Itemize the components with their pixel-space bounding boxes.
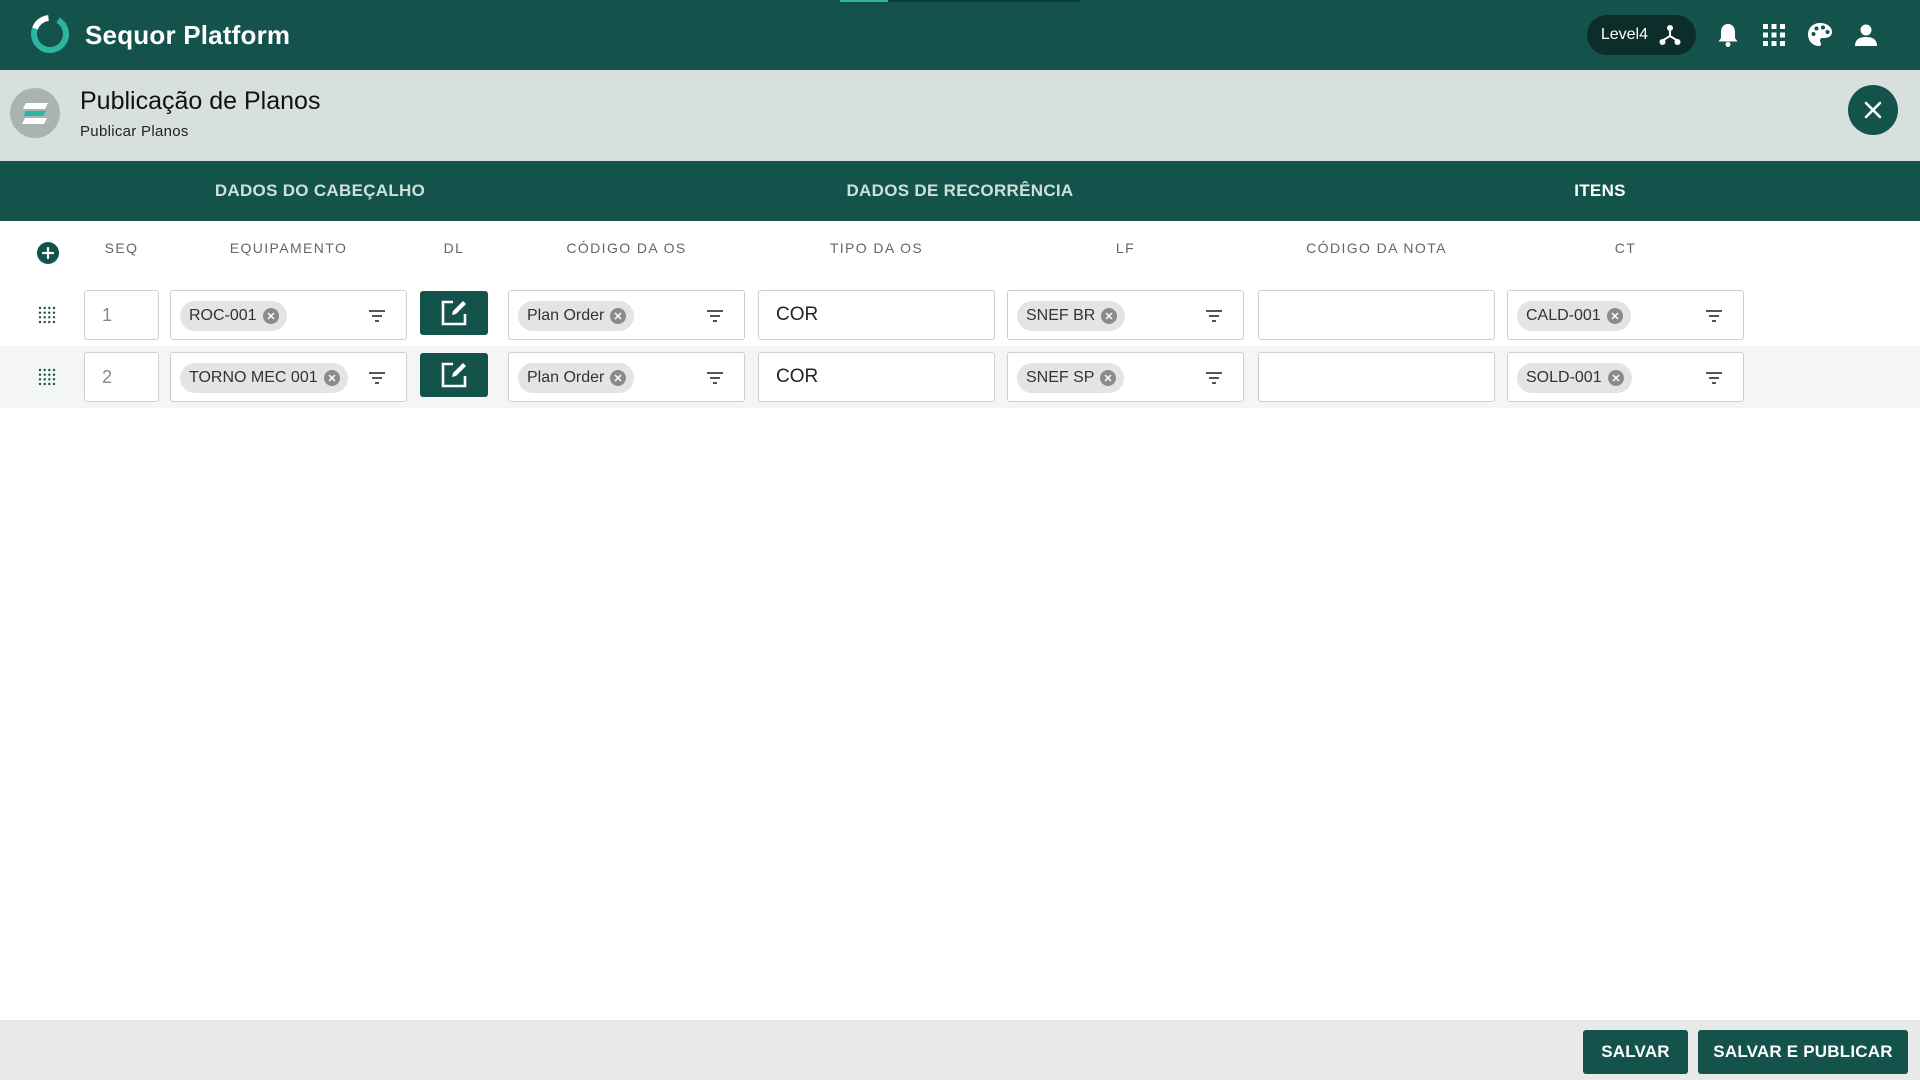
seq-input[interactable]: 2 <box>84 352 159 402</box>
page-header: Publicação de Planos Publicar Planos <box>0 70 1920 161</box>
chip-remove-icon[interactable] <box>1100 370 1117 386</box>
chip-label: SNEF BR <box>1026 307 1096 324</box>
ct-chip: CALD-001 <box>1517 301 1631 331</box>
module-logo-icon <box>22 103 48 124</box>
level-selector[interactable]: Level4 <box>1586 15 1696 55</box>
module-badge <box>10 88 60 138</box>
tab-bar: DADOS DO CABEÇALHO DADOS DE RECORRÊNCIA … <box>0 161 1920 221</box>
edit-square-icon <box>441 300 467 326</box>
ct-select[interactable]: SOLD-001 <box>1507 352 1744 402</box>
lf-chip: SNEF BR <box>1017 301 1126 331</box>
equipamento-select[interactable]: TORNO MEC 001 <box>170 352 407 402</box>
column-header-codigo-os: CÓDIGO DA OS <box>566 240 687 256</box>
chip-label: Plan Order <box>527 369 605 386</box>
chip-remove-icon[interactable] <box>1606 308 1623 324</box>
drag-handle-icon[interactable] <box>38 306 56 324</box>
tab-itens[interactable]: ITENS <box>1280 161 1920 221</box>
codigo-nota-input[interactable] <box>1258 290 1495 340</box>
close-icon <box>1864 101 1882 119</box>
close-button[interactable] <box>1848 85 1898 135</box>
filter-icon[interactable] <box>1705 370 1723 386</box>
theme-button[interactable] <box>1806 21 1834 49</box>
column-header-ct: CT <box>1614 240 1637 256</box>
filter-icon[interactable] <box>1205 308 1223 324</box>
level-label: Level4 <box>1600 26 1648 43</box>
bell-icon <box>1718 24 1738 47</box>
drag-handle-icon[interactable] <box>38 368 56 386</box>
chip-remove-icon[interactable] <box>262 308 279 324</box>
chip-label: SNEF SP <box>1026 369 1095 386</box>
ct-select[interactable]: CALD-001 <box>1507 290 1744 340</box>
apps-button[interactable] <box>1760 21 1788 49</box>
filter-icon[interactable] <box>1705 308 1723 324</box>
codigo-nota-input[interactable] <box>1258 352 1495 402</box>
column-header-equipamento: EQUIPAMENTO <box>229 240 348 256</box>
chip-remove-icon[interactable] <box>610 308 627 324</box>
chip-label: CALD-001 <box>1526 307 1601 324</box>
equipamento-chip: TORNO MEC 001 <box>180 363 348 393</box>
tipo-os-input[interactable]: COR <box>758 352 995 402</box>
sequor-logo-icon <box>31 15 69 53</box>
equipamento-chip: ROC-001 <box>180 301 287 331</box>
dl-edit-button[interactable] <box>420 291 488 335</box>
filter-icon[interactable] <box>1205 370 1223 386</box>
chip-label: SOLD-001 <box>1526 369 1602 386</box>
palette-icon <box>1808 23 1832 46</box>
chip-remove-icon[interactable] <box>323 370 340 386</box>
column-header-tipo-os: TIPO DA OS <box>829 240 924 256</box>
codigo-os-chip: Plan Order <box>518 301 635 331</box>
filter-icon[interactable] <box>706 370 724 386</box>
page-title: Publicação de Planos <box>80 87 321 115</box>
codigo-os-chip: Plan Order <box>518 363 635 393</box>
loading-indicator <box>840 0 1080 2</box>
column-header-dl: DL <box>443 240 465 256</box>
lf-chip: SNEF SP <box>1017 363 1125 393</box>
tab-dados-recorrencia[interactable]: DADOS DE RECORRÊNCIA <box>640 161 1280 221</box>
codigo-os-select[interactable]: Plan Order <box>508 290 745 340</box>
chip-label: Plan Order <box>527 307 605 324</box>
chip-remove-icon[interactable] <box>1101 308 1118 324</box>
codigo-os-select[interactable]: Plan Order <box>508 352 745 402</box>
page-subtitle: Publicar Planos <box>80 123 189 140</box>
notifications-button[interactable] <box>1714 21 1742 49</box>
column-header-seq: SEQ <box>104 240 139 256</box>
column-header-codigo-nota: CÓDIGO DA NOTA <box>1306 240 1447 256</box>
filter-icon[interactable] <box>368 370 386 386</box>
dl-edit-button[interactable] <box>420 353 488 397</box>
chip-label: TORNO MEC 001 <box>189 369 318 386</box>
save-and-publish-button[interactable]: SALVAR E PUBLICAR <box>1698 1030 1908 1074</box>
tab-dados-cabecalho[interactable]: DADOS DO CABEÇALHO <box>0 161 640 221</box>
seq-input[interactable]: 1 <box>84 290 159 340</box>
user-icon <box>1855 24 1877 46</box>
chip-label: ROC-001 <box>189 307 257 324</box>
user-menu-button[interactable] <box>1852 21 1880 49</box>
app-name: Sequor Platform <box>85 20 291 50</box>
chip-remove-icon[interactable] <box>1607 370 1624 386</box>
lf-select[interactable]: SNEF BR <box>1007 290 1244 340</box>
table-row: 1 ROC-001 Plan Order COR SNEF BR CALD-00… <box>0 284 1920 346</box>
edit-square-icon <box>441 362 467 388</box>
add-item-button[interactable] <box>37 242 59 264</box>
plus-icon <box>42 247 54 259</box>
filter-icon[interactable] <box>368 308 386 324</box>
save-button[interactable]: SALVAR <box>1583 1030 1688 1074</box>
ct-chip: SOLD-001 <box>1517 363 1632 393</box>
chip-remove-icon[interactable] <box>610 370 627 386</box>
action-footer: SALVAR SALVAR E PUBLICAR <box>0 1020 1920 1080</box>
column-header-lf: LF <box>1115 240 1136 256</box>
top-app-bar: Sequor Platform Level4 <box>0 0 1920 70</box>
apps-grid-icon <box>1763 24 1785 46</box>
lf-select[interactable]: SNEF SP <box>1007 352 1244 402</box>
tipo-os-input[interactable]: COR <box>758 290 995 340</box>
equipamento-select[interactable]: ROC-001 <box>170 290 407 340</box>
hierarchy-icon <box>1659 25 1681 45</box>
table-row: 2 TORNO MEC 001 Plan Order COR SNEF SP S… <box>0 346 1920 408</box>
filter-icon[interactable] <box>706 308 724 324</box>
